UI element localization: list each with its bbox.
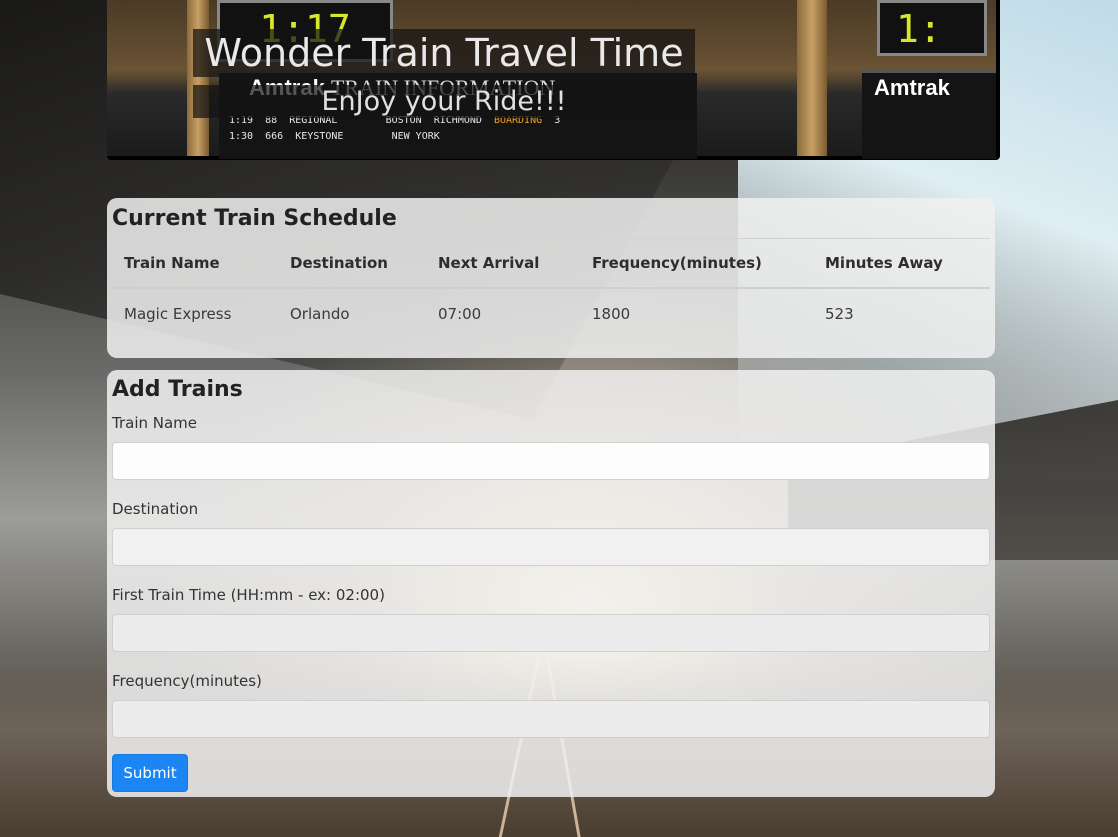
banner-pillar — [187, 0, 209, 156]
table-header-row: Train Name Destination Next Arrival Freq… — [112, 238, 990, 289]
table-row: Magic Express Orlando 07:00 1800 523 — [112, 288, 990, 339]
first-train-time-input[interactable] — [112, 614, 990, 652]
cell-destination: Orlando — [290, 305, 350, 323]
banner-pillar — [797, 0, 827, 156]
add-trains-panel: Add Trains Train Name Destination First … — [107, 370, 995, 797]
banner-clock: 1: — [877, 0, 987, 56]
departure-board: Amtrak — [862, 70, 996, 159]
train-name-label: Train Name — [112, 414, 198, 432]
schedule-panel: Current Train Schedule Train Name Destin… — [107, 198, 995, 358]
schedule-table: Train Name Destination Next Arrival Freq… — [112, 238, 990, 339]
add-trains-heading: Add Trains — [112, 377, 243, 402]
frequency-input[interactable] — [112, 700, 990, 738]
cell-minutes-away: 523 — [825, 305, 854, 323]
page-title: Wonder Train Travel Time — [204, 31, 684, 75]
column-header-frequency: Frequency(minutes) — [580, 238, 813, 289]
submit-button[interactable]: Submit — [112, 754, 188, 792]
header-banner: 1:17 1: Amtrak TRAIN INFORMATION 1:19 88… — [107, 0, 1000, 160]
cell-train-name: Magic Express — [124, 305, 232, 323]
column-header-train-name: Train Name — [112, 238, 278, 289]
destination-input[interactable] — [112, 528, 990, 566]
destination-label: Destination — [112, 500, 199, 518]
header-banner-image: 1:17 1: Amtrak TRAIN INFORMATION 1:19 88… — [107, 0, 996, 159]
column-header-next-arrival: Next Arrival — [426, 238, 580, 289]
board-row: 1:30 666 KEYSTONE NEW YORK — [229, 131, 440, 142]
cell-frequency: 1800 — [592, 305, 631, 323]
train-name-input[interactable] — [112, 442, 990, 480]
column-header-destination: Destination — [278, 238, 426, 289]
column-header-minutes-away: Minutes Away — [813, 238, 990, 289]
cell-next-arrival: 07:00 — [438, 305, 482, 323]
schedule-heading: Current Train Schedule — [112, 206, 397, 231]
page-subtitle: EnJoy your Ride!!! — [321, 86, 567, 117]
board-brand: Amtrak — [874, 75, 950, 100]
first-train-time-label: First Train Time (HH:mm - ex: 02:00) — [112, 586, 385, 604]
frequency-label: Frequency(minutes) — [112, 672, 262, 690]
